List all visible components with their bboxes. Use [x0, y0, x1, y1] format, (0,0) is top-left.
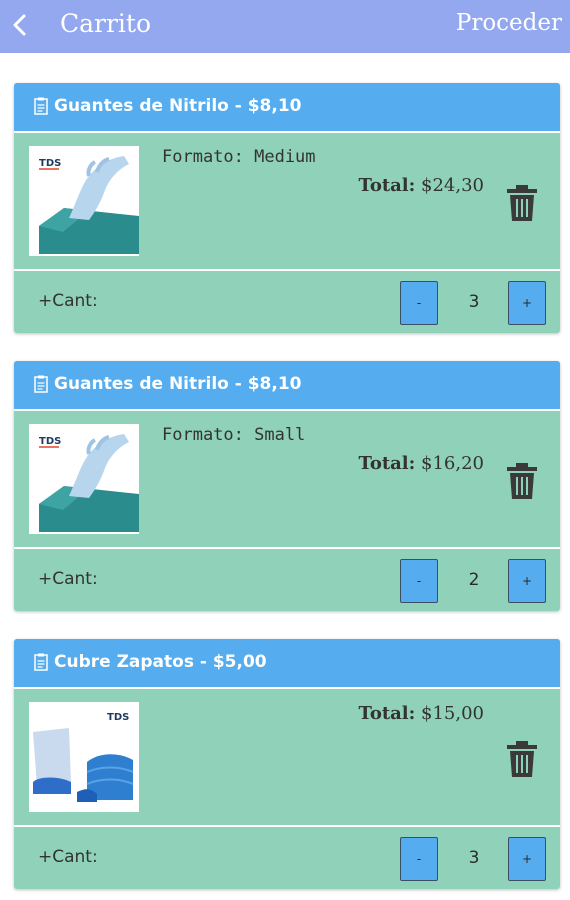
quantity-value: 3 — [468, 292, 480, 312]
product-name-price: Cubre Zapatos - $5,00 — [54, 652, 267, 672]
cart-item-card: Guantes de Nitrilo - $8,10 TDS Formato: … — [14, 361, 560, 611]
clipboard-icon — [34, 653, 48, 671]
total-value: $15,00 — [421, 703, 484, 724]
product-name-price: Guantes de Nitrilo - $8,10 — [54, 374, 302, 394]
divider — [14, 409, 560, 411]
divider — [14, 131, 560, 133]
increment-button[interactable]: + — [508, 281, 546, 325]
proceed-button[interactable]: Proceder — [456, 10, 562, 36]
cart-item-card: Guantes de Nitrilo - $8,10 TDS Formato: … — [14, 83, 560, 333]
clipboard-icon — [34, 97, 48, 115]
glove-box-image: TDS — [29, 146, 139, 256]
shoe-cover-image: TDS — [29, 702, 139, 812]
trash-icon[interactable] — [504, 183, 540, 223]
total-value: $16,20 — [421, 453, 484, 474]
top-app-bar: Carrito Proceder — [0, 0, 570, 53]
divider — [14, 547, 560, 549]
total-label: Total: — [358, 703, 416, 724]
clipboard-icon — [34, 375, 48, 393]
total-label: Total: — [358, 453, 416, 474]
trash-icon[interactable] — [504, 739, 540, 779]
cart-item-card: Cubre Zapatos - $5,00 TDS Total: $15,00 … — [14, 639, 560, 889]
quantity-label: +Cant: — [38, 569, 98, 589]
cart-item-header: Cubre Zapatos - $5,00 — [14, 639, 560, 687]
svg-text:TDS: TDS — [107, 712, 129, 723]
plus-icon: + — [38, 847, 53, 867]
total-label: Total: — [358, 175, 416, 196]
plus-icon: + — [38, 291, 53, 311]
trash-icon[interactable] — [504, 461, 540, 501]
back-arrow-icon[interactable] — [8, 11, 34, 39]
decrement-button[interactable]: - — [400, 559, 438, 603]
decrement-button[interactable]: - — [400, 281, 438, 325]
svg-text:TDS: TDS — [39, 436, 61, 447]
quantity-value: 2 — [468, 570, 480, 590]
quantity-value: 3 — [468, 848, 480, 868]
cart-item-header: Guantes de Nitrilo - $8,10 — [14, 83, 560, 131]
total-value: $24,30 — [421, 175, 484, 196]
page-title: Carrito — [60, 9, 152, 38]
decrement-button[interactable]: - — [400, 837, 438, 881]
product-name-price: Guantes de Nitrilo - $8,10 — [54, 96, 302, 116]
total-price: Total: $24,30 — [358, 175, 484, 196]
quantity-label: +Cant: — [38, 847, 98, 867]
svg-text:TDS: TDS — [39, 158, 61, 169]
total-price: Total: $16,20 — [358, 453, 484, 474]
divider — [14, 687, 560, 689]
divider — [14, 269, 560, 271]
plus-icon: + — [38, 569, 53, 589]
format-label: Formato: Medium — [162, 147, 316, 167]
glove-box-image: TDS — [29, 424, 139, 534]
quantity-label: +Cant: — [38, 291, 98, 311]
cart-item-header: Guantes de Nitrilo - $8,10 — [14, 361, 560, 409]
total-price: Total: $15,00 — [358, 703, 484, 724]
format-label: Formato: Small — [162, 425, 306, 445]
divider — [14, 825, 560, 827]
increment-button[interactable]: + — [508, 559, 546, 603]
increment-button[interactable]: + — [508, 837, 546, 881]
